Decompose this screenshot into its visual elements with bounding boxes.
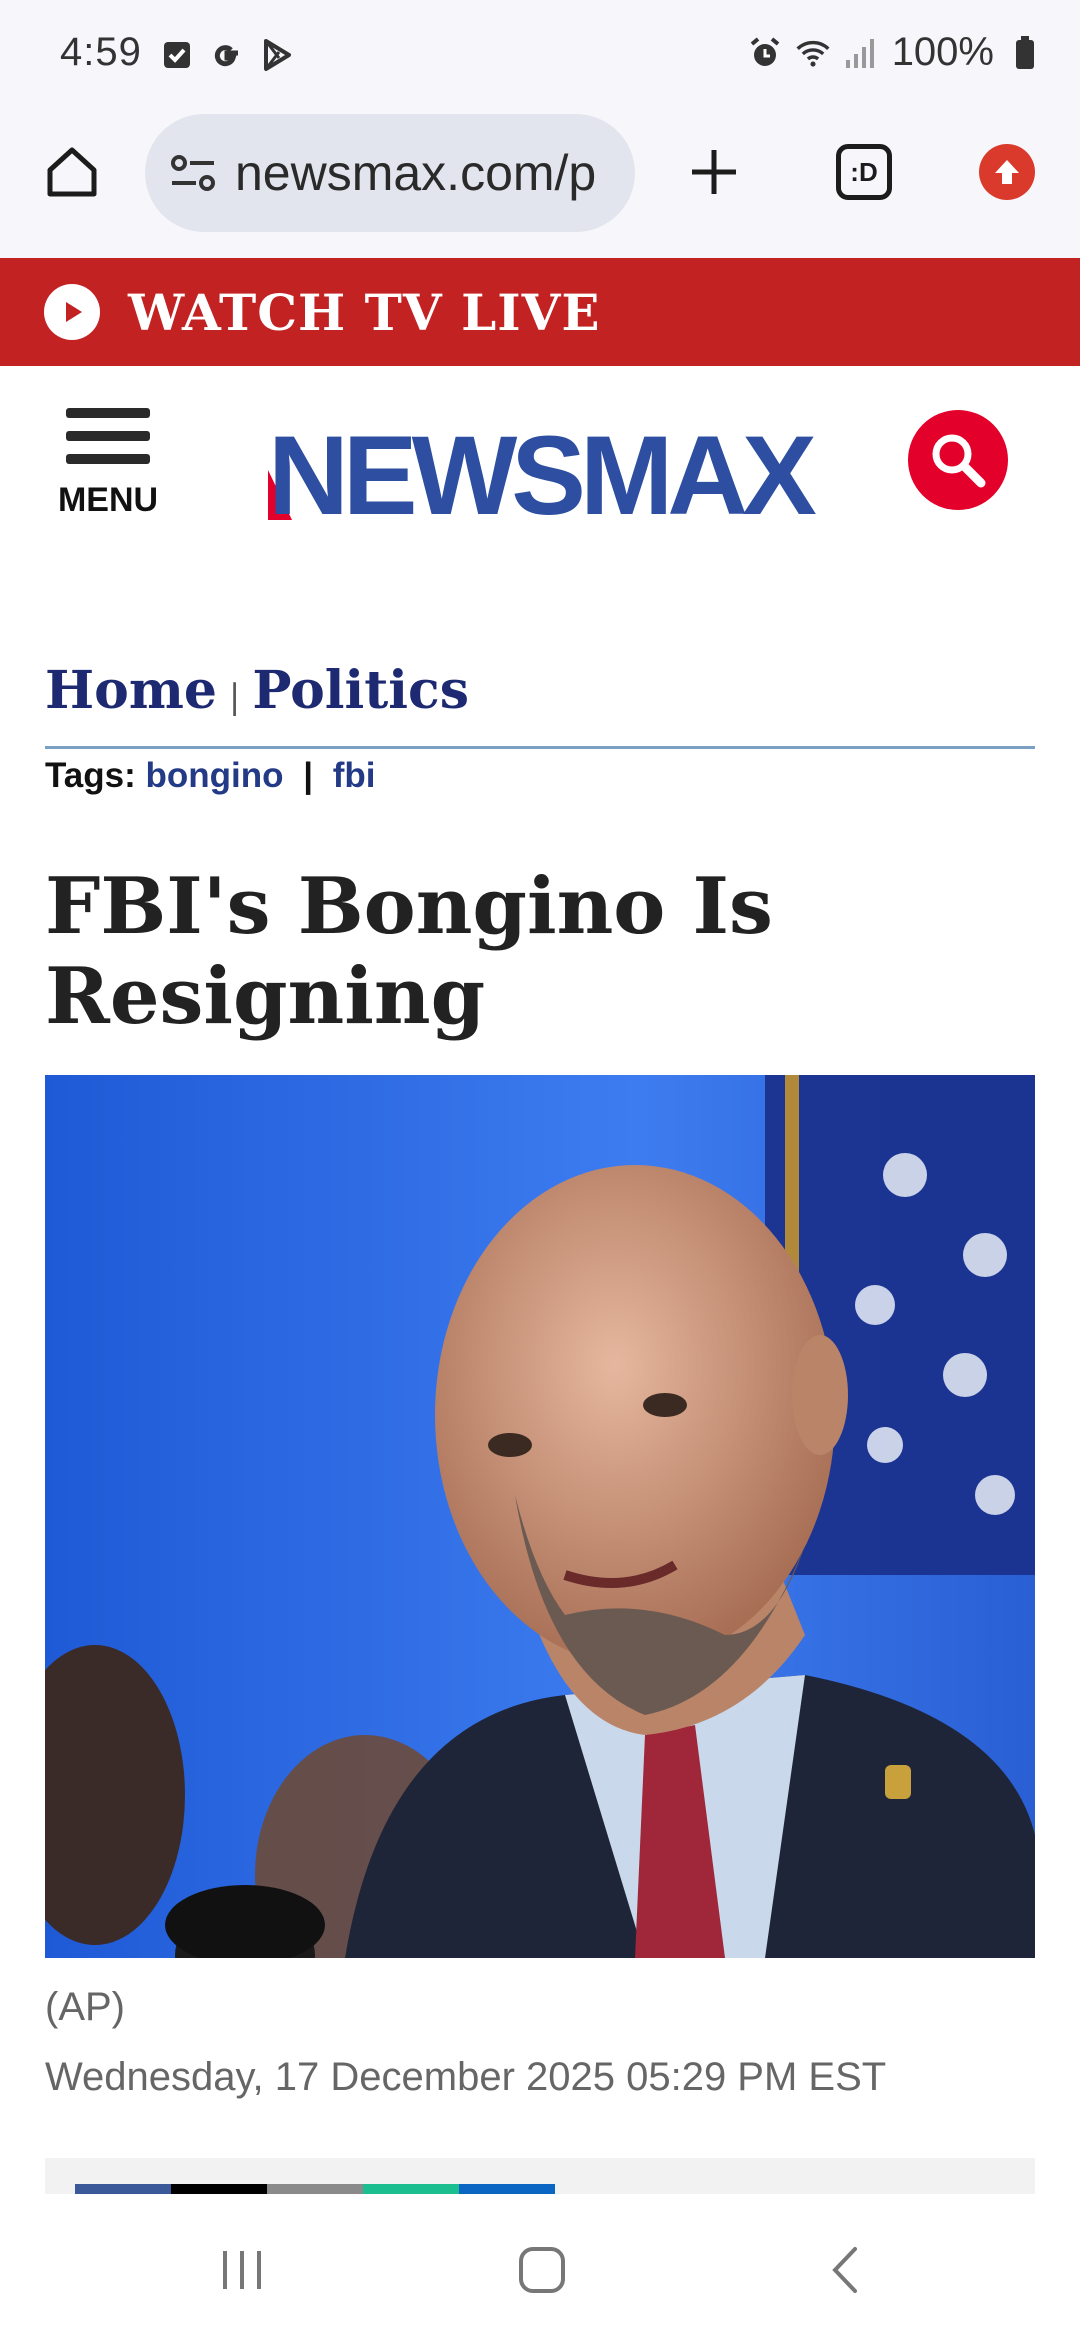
back-icon[interactable]: [816, 2240, 876, 2300]
search-icon[interactable]: [908, 410, 1008, 510]
breadcrumb-home[interactable]: Home: [45, 660, 217, 721]
logo-text: NEWSMAX: [268, 413, 817, 538]
status-right-icons: 100%: [748, 30, 1042, 75]
home-icon[interactable]: [40, 140, 104, 204]
site-header: MENU NEWSMAX: [0, 366, 1080, 576]
hamburger-icon: [66, 408, 150, 418]
x-share-button[interactable]: [171, 2184, 267, 2194]
linkedin-share-button[interactable]: [459, 2184, 555, 2194]
tabs-label: :D: [850, 156, 878, 187]
recent-apps-icon[interactable]: [212, 2240, 272, 2300]
article-headline: FBI's Bongino Is Resigning: [45, 862, 1035, 1042]
headline-line-1: FBI's Bongino Is: [45, 861, 773, 952]
play-store-icon: [260, 38, 294, 72]
checkbox-icon: [160, 38, 194, 72]
status-notification-icons: [160, 38, 294, 72]
home-nav-icon[interactable]: [512, 2240, 572, 2300]
breadcrumb: Home | Politics: [45, 660, 469, 721]
article-dateline: Wednesday, 17 December 2025 05:29 PM EST: [45, 2055, 887, 2099]
tag-separator: |: [303, 756, 314, 795]
newsmax-logo[interactable]: NEWSMAX: [268, 413, 817, 538]
menu-button[interactable]: MENU: [56, 408, 160, 520]
tag-bongino[interactable]: bongino: [145, 756, 283, 795]
tabs-icon[interactable]: :D: [836, 144, 892, 200]
menu-label: MENU: [57, 481, 159, 519]
breadcrumb-separator: |: [228, 677, 241, 717]
watch-tv-live-banner[interactable]: WATCH TV LIVE: [0, 258, 1080, 366]
article-photo[interactable]: [45, 1075, 1035, 1958]
tune-icon[interactable]: [169, 149, 217, 197]
battery-percent: 100%: [891, 30, 994, 74]
system-nav-bar: [0, 2196, 1080, 2340]
hamburger-icon-bar: [66, 431, 150, 441]
photo-credit: (AP): [45, 1985, 125, 2029]
plus-icon[interactable]: [682, 140, 746, 204]
tags-row: Tags: bongino | fbi: [45, 756, 376, 796]
url-text[interactable]: newsmax.com/p: [235, 144, 596, 202]
email-share-button[interactable]: [267, 2184, 363, 2194]
watch-tv-live-label: WATCH TV LIVE: [128, 282, 601, 342]
hamburger-icon-bar: [66, 454, 150, 464]
status-bar: 4:59 100%: [0, 0, 1080, 110]
share-bar: [45, 2158, 1035, 2194]
wifi-icon: [796, 36, 830, 70]
tags-prefix: Tags:: [45, 756, 136, 795]
battery-icon: [1008, 35, 1042, 70]
update-icon[interactable]: [979, 144, 1035, 200]
browser-toolbar: newsmax.com/p :D: [0, 110, 1080, 258]
play-icon: [44, 284, 100, 340]
address-bar[interactable]: newsmax.com/p: [145, 114, 635, 232]
tag-fbi[interactable]: fbi: [333, 756, 376, 795]
alarm-icon: [748, 36, 782, 70]
share-button[interactable]: [363, 2184, 459, 2194]
status-time: 4:59: [60, 30, 142, 74]
facebook-share-button[interactable]: [75, 2184, 171, 2194]
breadcrumb-politics[interactable]: Politics: [252, 660, 469, 721]
breadcrumb-divider: [45, 746, 1035, 749]
headline-line-2: Resigning: [45, 951, 486, 1042]
signal-icon: [844, 36, 878, 70]
google-icon: [210, 38, 244, 72]
